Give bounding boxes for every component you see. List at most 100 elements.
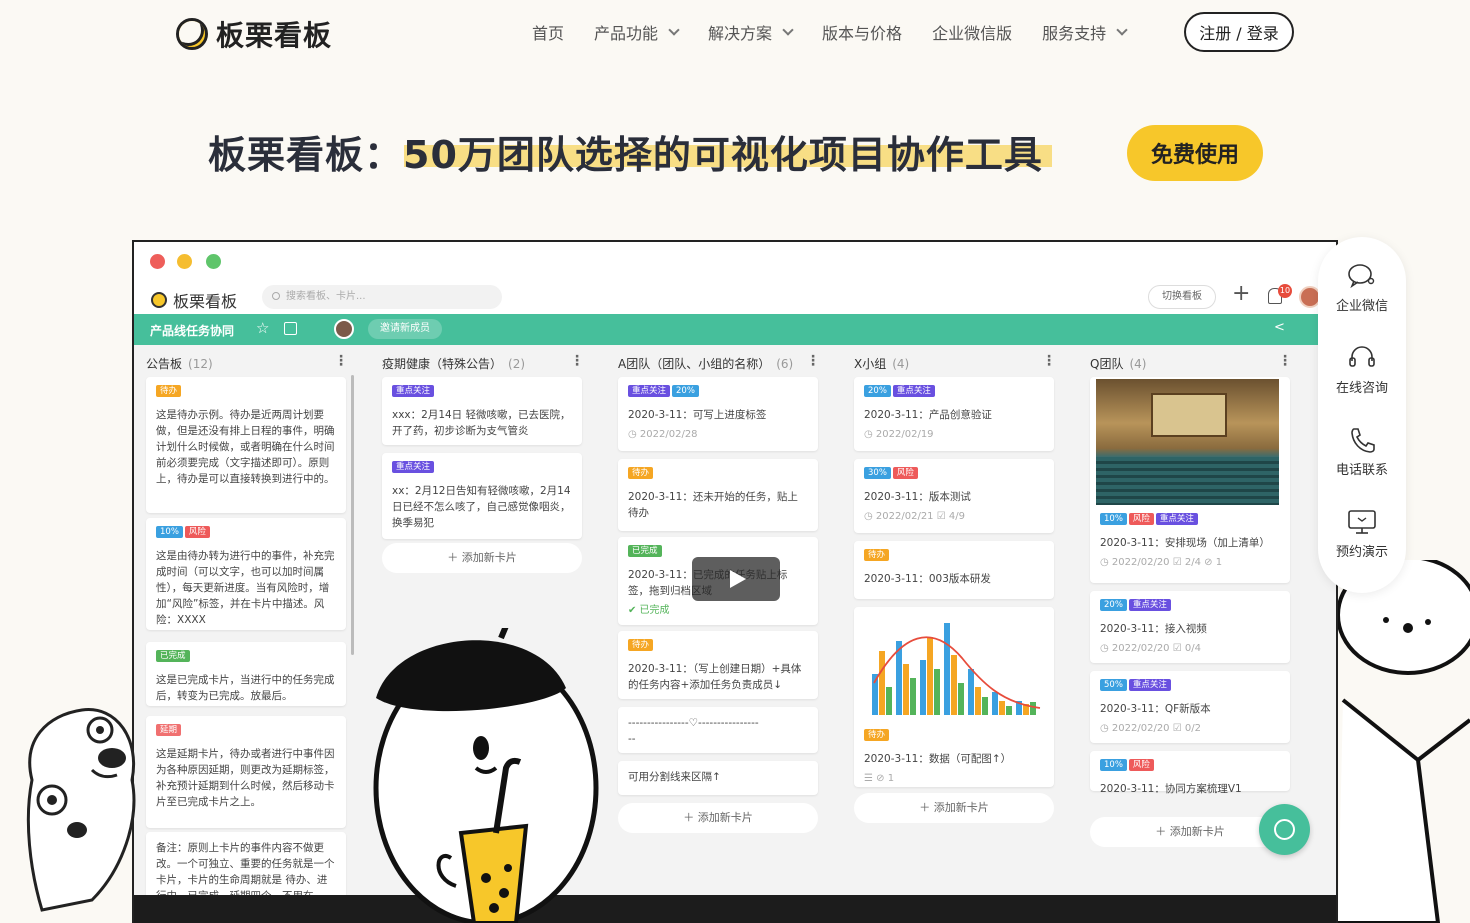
more-options-icon[interactable]: ⋮ xyxy=(570,353,584,369)
card-text: 2020-3-11：产品创意验证 xyxy=(864,409,992,421)
contact-side-panel: 企业微信 在线咨询 电话联系 预约演示 xyxy=(1318,237,1406,593)
nav-item-pricing[interactable]: 版本与价格 xyxy=(822,20,902,44)
book-demo[interactable]: 预约演示 xyxy=(1318,509,1406,560)
task-card[interactable]: 50% 重点关注 2020-3-11：QF新版本 ◷ 2022/02/20 ☑ 0/2 xyxy=(1090,671,1290,743)
chevron-down-icon xyxy=(1116,23,1128,36)
search-input[interactable]: 搜索看板、卡片... xyxy=(262,285,502,309)
board-list: 公告板 (12) ⋮ 待办 这是待办示例。待办是近两周计划要做，但是还没有排上日程的事件… xyxy=(134,345,354,923)
task-card[interactable]: 重点关注 xx：2月12日告知有轻微咳嗽，2月14日已经不怎么咳了，自己感觉像咽炎… xyxy=(382,453,582,539)
card-tag: 20% xyxy=(672,385,699,397)
character-waving-illustration xyxy=(1338,560,1470,923)
maximize-window-icon[interactable] xyxy=(206,254,221,269)
online-consult[interactable]: 在线咨询 xyxy=(1318,345,1406,396)
task-card[interactable]: 重点关注 xxx：2月14日 轻微咳嗽，已去医院，开了药，初步诊断为支气管炎 xyxy=(382,377,582,445)
card-meta: ◷ 2022/02/20 ☑ 2/4 ⊘ 1 xyxy=(1100,557,1223,568)
board-info-icon[interactable] xyxy=(284,322,297,335)
headset-icon xyxy=(1347,345,1377,371)
board-lists: 公告板 (12) ⋮ 待办 这是待办示例。待办是近两周计划要做，但是还没有排上日程的事件… xyxy=(134,345,1336,923)
card-tags: 30% 风险 xyxy=(864,467,1044,483)
app-logo[interactable]: 板栗看板 xyxy=(151,288,237,312)
card-tags: 重点关注 xyxy=(392,461,572,477)
more-options-icon[interactable]: ⋮ xyxy=(806,353,820,369)
list-count: (12) xyxy=(188,357,213,371)
list-header[interactable]: A团队（团队、小组的名称） (6) ⋮ xyxy=(606,345,826,373)
wechat-contact[interactable]: 企业微信 xyxy=(1318,263,1406,314)
close-window-icon[interactable] xyxy=(150,254,165,269)
list-header[interactable]: 疫期健康（特殊公告） (2) ⋮ xyxy=(370,345,590,373)
task-card[interactable]: ----------------♡---------------- -- xyxy=(618,707,818,753)
task-card[interactable]: 待办 2020-3-11：数据（可配图↑） ☰ ⊘ 1 xyxy=(854,607,1054,787)
card-text: 2020-3-11：版本测试 xyxy=(864,491,971,503)
add-card-button[interactable]: ＋ 添加新卡片 xyxy=(382,543,582,573)
login-button[interactable]: 注册 / 登录 xyxy=(1184,12,1294,52)
nav-item-support[interactable]: 服务支持 xyxy=(1042,20,1128,44)
task-card[interactable]: 10% 风险 重点关注 2020-3-11：安排现场（加上清单） ◷ 2022/02/2… xyxy=(1090,377,1290,583)
add-icon[interactable]: + xyxy=(1232,281,1250,306)
nav-label: 产品功能 xyxy=(594,24,659,43)
card-tag: 待办 xyxy=(628,467,654,479)
minimize-window-icon[interactable] xyxy=(177,254,192,269)
task-card[interactable]: 待办 2020-3-11：003版本研发 xyxy=(854,541,1054,599)
more-options-icon[interactable]: ⋮ xyxy=(334,353,348,369)
task-card[interactable]: 可用分割线来区隔↑ xyxy=(618,761,818,795)
task-card[interactable]: 重点关注 20% 2020-3-11：可写上进度标签 ◷ 2022/02/28 xyxy=(618,377,818,451)
list-count: (2) xyxy=(508,357,526,371)
site-logo[interactable]: 板栗看板 xyxy=(176,14,332,54)
notification-badge: 10 xyxy=(1278,284,1292,298)
chat-button[interactable] xyxy=(1259,804,1310,855)
nav-item-features[interactable]: 产品功能 xyxy=(594,20,680,44)
list-title: 公告板 xyxy=(146,357,183,371)
list-header[interactable]: X小组 (4) ⋮ xyxy=(842,345,1062,373)
share-icon[interactable]: < xyxy=(1274,320,1285,335)
chevron-down-icon xyxy=(782,23,794,36)
add-card-button[interactable]: ＋ 添加新卡片 xyxy=(854,793,1054,823)
card-meta: ◷ 2022/02/19 xyxy=(864,429,934,440)
app-logo-text: 板栗看板 xyxy=(173,292,238,311)
task-card[interactable]: 已完成 这是已完成卡片，当进行中的任务完成后，转变为已完成。放最后。 xyxy=(146,642,346,706)
task-card[interactable]: 10% 风险 这是由待办转为进行中的事件，补充完成时间（可以文字，也可以加时间属性）… xyxy=(146,518,346,630)
more-options-icon[interactable]: ⋮ xyxy=(1042,353,1056,369)
task-card[interactable]: 待办 2020-3-11：还未开始的任务，贴上待办 xyxy=(618,459,818,531)
list-header[interactable]: 公告板 (12) ⋮ xyxy=(134,345,354,373)
top-navigation: 板栗看板 首页 产品功能 解决方案 版本与价格 企业微信版 服务支持 注册 / … xyxy=(0,0,1470,64)
task-card[interactable]: 10% 风险 2020-3-11：协同方案梳理V1 xyxy=(1090,751,1290,795)
phone-contact[interactable]: 电话联系 xyxy=(1318,427,1406,478)
nav-item-solutions[interactable]: 解决方案 xyxy=(708,20,794,44)
switch-board-button[interactable]: 切换看板 xyxy=(1148,285,1216,309)
card-tag: 风险 xyxy=(1128,513,1154,525)
task-card[interactable]: 30% 风险 2020-3-11：版本测试 ◷ 2022/02/21 ☑ 4/9 xyxy=(854,459,1054,533)
add-card-button[interactable]: ＋ 添加新卡片 xyxy=(618,803,818,833)
play-video-button[interactable] xyxy=(692,557,780,601)
task-card[interactable]: 待办 2020-3-11：（写上创建日期）+具体的任务内容+添加任务负责成员↓ xyxy=(618,631,818,699)
card-tag: 重点关注 xyxy=(1128,599,1171,611)
card-meta: ✔ 已完成 xyxy=(628,605,670,616)
nav-label: 解决方案 xyxy=(708,24,773,43)
card-meta: ◷ 2022/02/20 ☑ 0/2 xyxy=(1100,723,1201,734)
card-tag: 重点关注 xyxy=(628,385,671,397)
task-card[interactable]: 20% 重点关注 2020-3-11：接入视频 ◷ 2022/02/20 ☑ 0/4 xyxy=(1090,591,1290,663)
card-tag: 风险 xyxy=(892,467,918,479)
nav-label: 企业微信版 xyxy=(932,24,1013,43)
board-list: X小组 (4) ⋮ 20% 重点关注 2020-3-11：产品创意验证 ◷ 2022/02/… xyxy=(842,345,1062,823)
list-count: (4) xyxy=(892,357,910,371)
nav-label: 服务支持 xyxy=(1042,24,1107,43)
list-header[interactable]: Q团队 (4) ⋮ xyxy=(1078,345,1298,373)
task-card[interactable]: 待办 这是待办示例。待办是近两周计划要做，但是还没有排上日程的事件，明确计划什么时… xyxy=(146,377,346,513)
invite-member-button[interactable]: 邀请新成员 xyxy=(368,319,442,339)
app-screenshot: 板栗看板 搜索看板、卡片... 切换看板 + 10 产品线任务协同 ☆ 邀请新成… xyxy=(132,240,1338,923)
list-title: 疫期健康（特殊公告） xyxy=(382,357,503,371)
list-scrollbar[interactable] xyxy=(351,375,354,655)
nav-item-wecom[interactable]: 企业微信版 xyxy=(932,20,1012,44)
nav-item-home[interactable]: 首页 xyxy=(532,20,564,44)
member-avatar[interactable] xyxy=(334,319,354,339)
free-trial-button[interactable]: 免费使用 xyxy=(1127,125,1263,181)
card-tag: 重点关注 xyxy=(1128,679,1171,691)
card-tag: 延期 xyxy=(156,724,182,736)
list-title: X小组 xyxy=(854,357,887,371)
task-card[interactable]: 20% 重点关注 2020-3-11：产品创意验证 ◷ 2022/02/19 xyxy=(854,377,1054,451)
task-card[interactable]: 延期 这是延期卡片，待办或者进行中事件因为各种原因延期，则更改为延期标签，补充预计… xyxy=(146,716,346,828)
nav-label: 版本与价格 xyxy=(822,24,903,43)
more-options-icon[interactable]: ⋮ xyxy=(1278,353,1292,369)
star-icon[interactable]: ☆ xyxy=(256,319,269,337)
card-tag: 已完成 xyxy=(156,650,190,662)
